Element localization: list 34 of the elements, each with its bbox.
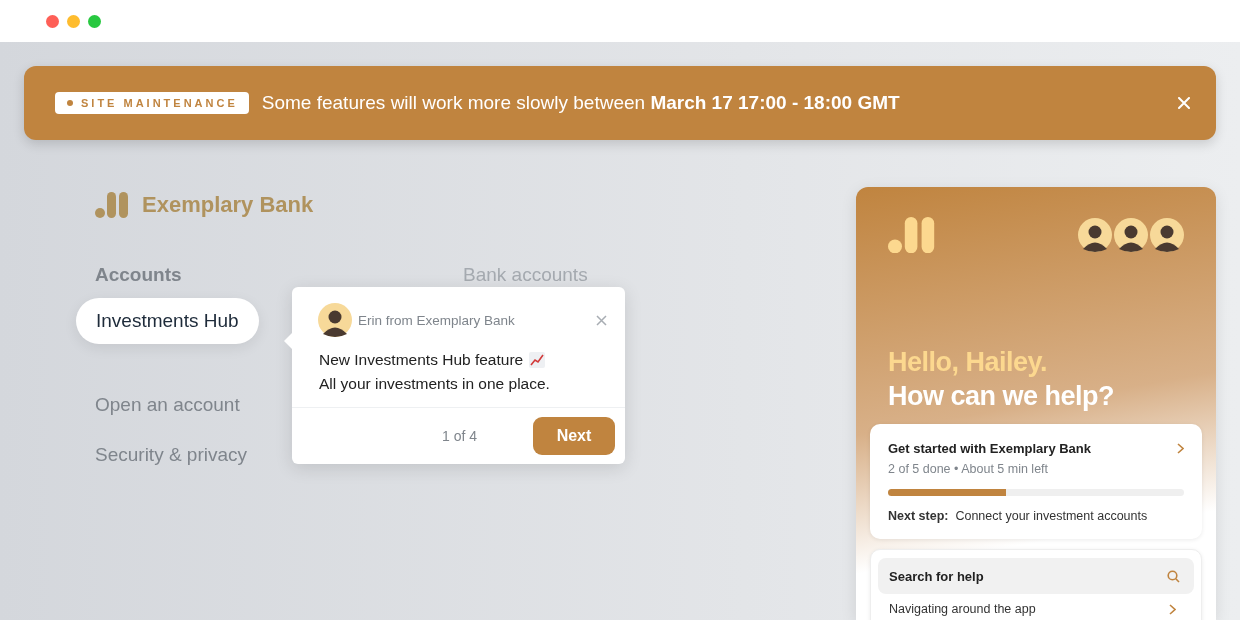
next-step-label: Next step:: [888, 509, 949, 524]
popover-title: New Investments Hub feature: [319, 351, 524, 369]
logo-icon: [95, 192, 129, 218]
sender-name: Erin from Exemplary Bank: [358, 312, 516, 328]
avatar-icon: [318, 303, 352, 337]
brand-name: Exemplary Bank: [142, 192, 314, 218]
column-heading: Bank accounts: [463, 264, 588, 286]
search-field[interactable]: Search for help: [878, 558, 1194, 595]
logo-icon: [888, 217, 936, 254]
avatar-icon: [1150, 218, 1184, 253]
badge-label: SITE MAINTENANCE: [81, 97, 238, 109]
close-icon[interactable]: [596, 314, 607, 326]
chevron-icon: [1169, 603, 1176, 615]
search-icon: [1167, 570, 1180, 584]
help-link[interactable]: Navigating around the app: [878, 594, 1194, 620]
banner-message: Some features will work more slowly between March 17 17:00 - 18:00 GMT: [261, 92, 901, 114]
help-link-text: Navigating around the app: [889, 602, 1036, 617]
onboarding-card[interactable]: Get started with Exemplary Bank 2 of 5 done • About 5 min left Next step: Connect your investment accounts: [870, 424, 1202, 540]
card-title: Get started with Exemplary Bank: [888, 441, 1091, 457]
nav-item[interactable]: Investments Hub: [76, 298, 259, 344]
help-question: How can we help?: [888, 381, 1116, 413]
progress-text: 2 of 5 done • About 5 min left: [888, 462, 1050, 477]
avatar-icon: [1114, 218, 1148, 253]
chart-icon: [529, 352, 546, 368]
nav-heading: Accounts: [95, 264, 182, 287]
minimize-window-icon[interactable]: [67, 14, 80, 28]
chevron-icon: [1177, 443, 1184, 455]
avatar-icon: [1078, 218, 1112, 253]
next-step-text: Connect your investment accounts: [955, 509, 1148, 524]
close-window-icon[interactable]: [46, 14, 59, 28]
popover-body: All your investments in one place.: [318, 374, 551, 394]
dot-icon: [67, 100, 73, 106]
step-counter: 1 of 4: [441, 428, 477, 444]
zoom-window-icon[interactable]: [88, 14, 101, 28]
